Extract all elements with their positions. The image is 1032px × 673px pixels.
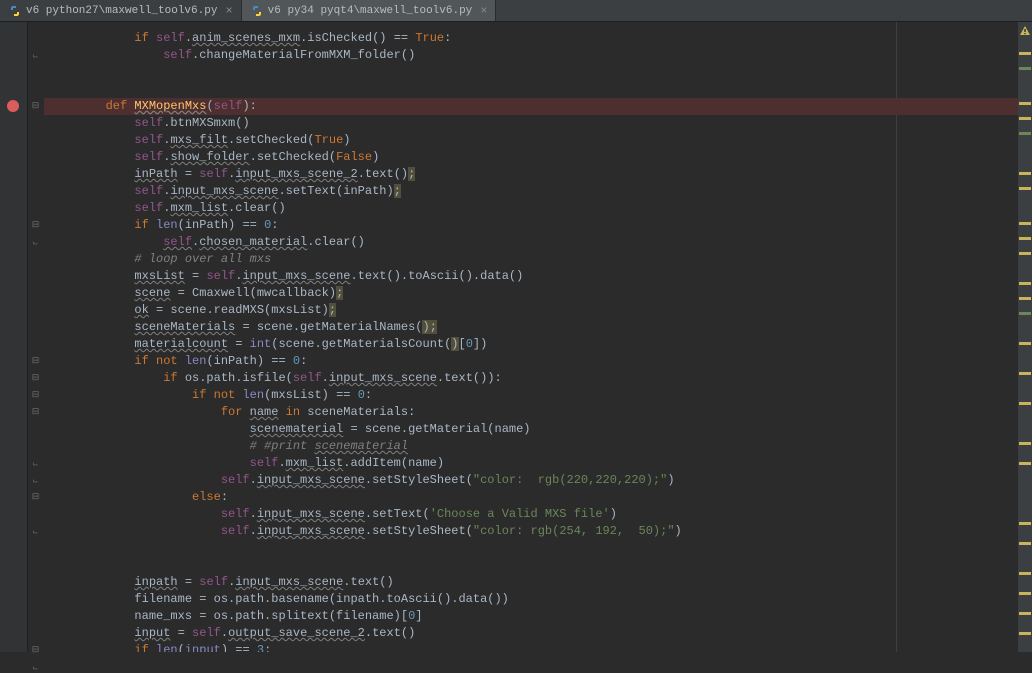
code-line[interactable]: self.show_folder.setChecked(False): [44, 149, 1018, 166]
code-line[interactable]: self.input_mxs_scene.setText(inPath);: [44, 183, 1018, 200]
code-line[interactable]: sceneMaterials = scene.getMaterialNames(…: [44, 319, 1018, 336]
fold-start-icon[interactable]: ⊟: [31, 391, 40, 400]
code-line[interactable]: if len(input) == 3:: [44, 642, 1018, 652]
minimap-marker[interactable]: [1019, 462, 1031, 465]
code-line[interactable]: self.input_mxs_scene.setStyleSheet("colo…: [44, 472, 1018, 489]
minimap-marker[interactable]: [1019, 402, 1031, 405]
code-line[interactable]: if not len(mxsList) == 0:: [44, 387, 1018, 404]
close-icon[interactable]: ×: [225, 4, 232, 18]
minimap-marker[interactable]: [1019, 172, 1031, 175]
code-line[interactable]: filename = os.path.basename(inpath.toAsc…: [44, 591, 1018, 608]
breakpoint-marker[interactable]: [7, 100, 19, 112]
code-line[interactable]: # loop over all mxs: [44, 251, 1018, 268]
code-line[interactable]: self.btnMXSmxm(): [44, 115, 1018, 132]
code-line[interactable]: if not len(inPath) == 0:: [44, 353, 1018, 370]
code-line[interactable]: self.mxm_list.clear(): [44, 200, 1018, 217]
code-line[interactable]: [44, 557, 1018, 574]
fold-start-icon[interactable]: ⊟: [31, 408, 40, 417]
tab-python27[interactable]: v6 python27\maxwell_toolv6.py ×: [0, 0, 242, 21]
fold-start-icon[interactable]: ⊟: [31, 493, 40, 502]
python-icon: [250, 4, 264, 18]
code-line[interactable]: [44, 540, 1018, 557]
minimap-marker[interactable]: [1019, 67, 1031, 70]
code-line[interactable]: self.input_mxs_scene.setStyleSheet("colo…: [44, 523, 1018, 540]
code-line[interactable]: inpath = self.input_mxs_scene.text(): [44, 574, 1018, 591]
code-line[interactable]: def MXMopenMxs(self):: [44, 98, 1018, 115]
warning-indicator-icon[interactable]: [1020, 26, 1030, 36]
code-line[interactable]: if os.path.isfile(self.input_mxs_scene.t…: [44, 370, 1018, 387]
fold-start-icon[interactable]: ⊟: [31, 221, 40, 230]
minimap-marker[interactable]: [1019, 282, 1031, 285]
minimap-marker[interactable]: [1019, 342, 1031, 345]
fold-end-icon[interactable]: ⌐: [31, 663, 40, 672]
close-icon[interactable]: ×: [480, 4, 487, 18]
fold-start-icon[interactable]: ⊟: [31, 357, 40, 366]
fold-end-icon[interactable]: ⌐: [31, 459, 40, 468]
code-line[interactable]: if self.anim_scenes_mxm.isChecked() == T…: [44, 30, 1018, 47]
fold-start-icon[interactable]: ⊟: [31, 374, 40, 383]
code-line[interactable]: inPath = self.input_mxs_scene_2.text();: [44, 166, 1018, 183]
tab-py34[interactable]: v6 py34 pyqt4\maxwell_toolv6.py ×: [242, 0, 497, 21]
minimap-marker[interactable]: [1019, 572, 1031, 575]
minimap-marker[interactable]: [1019, 252, 1031, 255]
code-line[interactable]: else:: [44, 489, 1018, 506]
minimap-marker[interactable]: [1019, 372, 1031, 375]
code-line[interactable]: self.mxs_filt.setChecked(True): [44, 132, 1018, 149]
minimap-marker[interactable]: [1019, 542, 1031, 545]
code-line[interactable]: for name in sceneMaterials:: [44, 404, 1018, 421]
code-line[interactable]: self.chosen_material.clear(): [44, 234, 1018, 251]
minimap-marker[interactable]: [1019, 632, 1031, 635]
fold-start-icon[interactable]: ⊟: [31, 102, 40, 111]
tab-bar: v6 python27\maxwell_toolv6.py × v6 py34 …: [0, 0, 1032, 22]
minimap-marker[interactable]: [1019, 102, 1031, 105]
code-line[interactable]: input = self.output_save_scene_2.text(): [44, 625, 1018, 642]
fold-end-icon[interactable]: ⌐: [31, 238, 40, 247]
fold-end-icon[interactable]: ⌐: [31, 51, 40, 60]
editor: ⌐⊟⊟⌐⊟⊟⊟⊟⌐⌐⊟⌐⊟⌐ if self.anim_scenes_mxm.i…: [0, 22, 1032, 652]
fold-end-icon[interactable]: ⌐: [31, 527, 40, 536]
code-line[interactable]: [44, 64, 1018, 81]
minimap-marker[interactable]: [1019, 187, 1031, 190]
code-line[interactable]: ok = scene.readMXS(mxsList);: [44, 302, 1018, 319]
minimap-marker[interactable]: [1019, 522, 1031, 525]
breakpoint-gutter[interactable]: [0, 22, 28, 652]
code-line[interactable]: scenematerial = scene.getMaterial(name): [44, 421, 1018, 438]
minimap-marker[interactable]: [1019, 237, 1031, 240]
minimap-marker[interactable]: [1019, 52, 1031, 55]
minimap-marker[interactable]: [1019, 222, 1031, 225]
code-line[interactable]: scene = Cmaxwell(mwcallback);: [44, 285, 1018, 302]
code-line[interactable]: self.changeMaterialFromMXM_folder(): [44, 47, 1018, 64]
code-line[interactable]: mxsList = self.input_mxs_scene.text().to…: [44, 268, 1018, 285]
minimap-marker[interactable]: [1019, 117, 1031, 120]
code-line[interactable]: [44, 81, 1018, 98]
minimap-marker[interactable]: [1019, 442, 1031, 445]
code-line[interactable]: self.input_mxs_scene.setText('Choose a V…: [44, 506, 1018, 523]
fold-start-icon[interactable]: ⊟: [31, 646, 40, 655]
tab-label: v6 python27\maxwell_toolv6.py: [26, 5, 217, 17]
code-area[interactable]: if self.anim_scenes_mxm.isChecked() == T…: [44, 22, 1018, 652]
code-line[interactable]: materialcount = int(scene.getMaterialsCo…: [44, 336, 1018, 353]
minimap-marker[interactable]: [1019, 297, 1031, 300]
tab-label: v6 py34 pyqt4\maxwell_toolv6.py: [268, 5, 473, 17]
code-line[interactable]: # #print scenematerial: [44, 438, 1018, 455]
code-line[interactable]: name_mxs = os.path.splitext(filename)[0]: [44, 608, 1018, 625]
minimap-marker[interactable]: [1019, 592, 1031, 595]
minimap-scrollbar[interactable]: [1018, 22, 1032, 652]
minimap-marker[interactable]: [1019, 612, 1031, 615]
minimap-marker[interactable]: [1019, 312, 1031, 315]
code-line[interactable]: self.mxm_list.addItem(name): [44, 455, 1018, 472]
fold-gutter[interactable]: ⌐⊟⊟⌐⊟⊟⊟⊟⌐⌐⊟⌐⊟⌐: [28, 22, 44, 652]
python-icon: [8, 4, 22, 18]
minimap-marker[interactable]: [1019, 132, 1031, 135]
code-line[interactable]: if len(inPath) == 0:: [44, 217, 1018, 234]
fold-end-icon[interactable]: ⌐: [31, 476, 40, 485]
